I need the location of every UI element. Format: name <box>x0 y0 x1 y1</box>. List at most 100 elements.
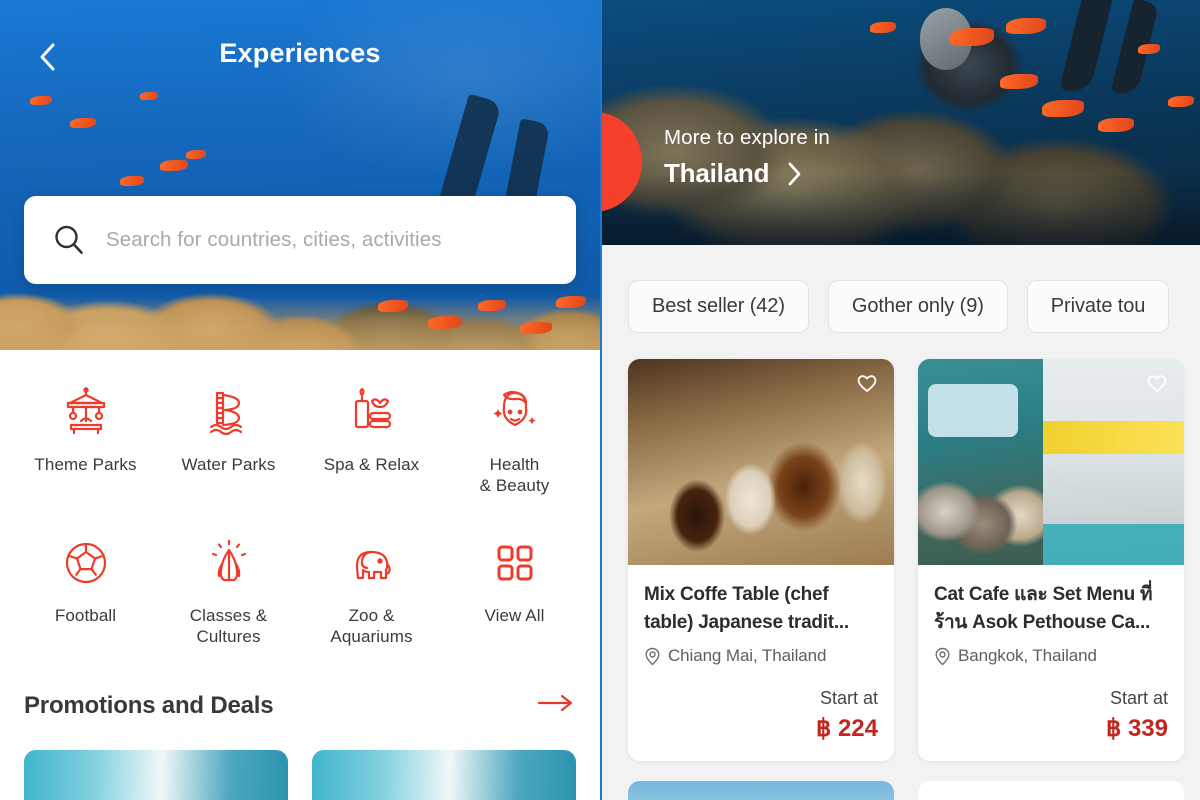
experience-location-text: Bangkok, Thailand <box>958 646 1097 666</box>
promotion-card[interactable] <box>312 750 576 800</box>
category-theme-parks[interactable]: Theme Parks <box>14 382 157 497</box>
experience-location: Chiang Mai, Thailand <box>644 646 878 666</box>
elephant-icon <box>347 533 397 593</box>
experience-title: Cat Cafe และ Set Menu ที่ร้าน Asok Petho… <box>934 584 1153 634</box>
price-value: ฿ 339 <box>1106 715 1168 743</box>
category-label: Theme Parks <box>34 455 137 474</box>
experience-card[interactable]: Mix Coffe Table (chef table) Japanese tr… <box>628 359 894 762</box>
football-icon <box>61 533 111 593</box>
promotion-card-list <box>0 720 600 800</box>
waterslide-icon <box>204 382 254 442</box>
category-label: Health & Beauty <box>479 455 550 496</box>
category-label: Water Parks <box>181 455 276 474</box>
fish-decor <box>1138 44 1160 54</box>
banner-country-row: Thailand <box>664 158 830 189</box>
promotion-card[interactable] <box>24 750 288 800</box>
favorite-button[interactable] <box>856 373 878 398</box>
category-water-parks[interactable]: Water Parks <box>157 382 300 497</box>
hero-banner: Experiences Search for countries, cities… <box>0 0 600 350</box>
category-grid: Theme Parks Water Parks Spa & Relax Heal… <box>0 350 600 647</box>
experience-location-text: Chiang Mai, Thailand <box>668 646 827 666</box>
search-input[interactable]: Search for countries, cities, activities <box>106 228 442 252</box>
fish-decor <box>1168 96 1194 107</box>
category-classes-cultures[interactable]: Classes & Cultures <box>157 533 300 648</box>
filter-chip-best-seller[interactable]: Best seller (42) <box>628 280 809 333</box>
banner-subtitle: More to explore in <box>664 126 830 149</box>
experience-title: Mix Coffe Table (chef table) Japanese tr… <box>644 584 849 634</box>
fish-decor <box>30 96 52 105</box>
map-pin-icon <box>645 647 660 666</box>
price-label: Start at <box>1109 688 1168 709</box>
arrow-right-icon <box>537 694 573 712</box>
experience-card-image <box>918 359 1184 565</box>
experience-card-list: Mix Coffe Table (chef table) Japanese tr… <box>602 333 1200 762</box>
experience-card[interactable] <box>628 781 894 800</box>
experience-card-body: Mix Coffe Table (chef table) Japanese tr… <box>628 565 894 761</box>
promotions-see-all-button[interactable] <box>536 691 576 720</box>
cat-cafe-interior-photo <box>918 359 1044 565</box>
fish-decor <box>520 322 552 334</box>
country-listing-panel: More to explore in Thailand Best seller … <box>600 0 1200 800</box>
experience-card[interactable]: Cat Cafe และ Set Menu ที่ร้าน Asok Petho… <box>918 359 1184 762</box>
search-icon <box>55 225 83 254</box>
category-label: View All <box>484 605 545 625</box>
banner-country-name: Thailand <box>664 158 770 188</box>
price-value: ฿ 224 <box>816 715 878 743</box>
experiences-panel: Experiences Search for countries, cities… <box>0 0 600 800</box>
fish-decor <box>950 28 994 46</box>
fish-decor <box>70 118 96 128</box>
price-label: Start at <box>819 688 878 709</box>
fish-decor <box>556 296 586 308</box>
fish-decor <box>870 22 896 33</box>
experience-card-body: Cat Cafe และ Set Menu ที่ร้าน Asok Petho… <box>918 565 1184 761</box>
fish-decor <box>378 300 408 312</box>
candle-towel-icon <box>347 382 397 442</box>
app-screen: Experiences Search for countries, cities… <box>0 0 1200 800</box>
category-zoo-aquariums[interactable]: Zoo & Aquariums <box>300 533 443 648</box>
experience-card-image <box>628 359 894 565</box>
category-health-beauty[interactable]: Health & Beauty <box>443 382 586 497</box>
category-label: Football <box>54 605 117 625</box>
fish-decor <box>1000 74 1038 89</box>
fish-decor <box>186 150 206 159</box>
face-beauty-icon <box>490 382 540 442</box>
category-label: Spa & Relax <box>323 455 420 474</box>
promotions-header: Promotions and Deals <box>0 647 600 720</box>
section-title: Promotions and Deals <box>24 691 274 719</box>
filter-chip-gother-only[interactable]: Gother only (9) <box>827 280 1008 333</box>
favorite-button[interactable] <box>1146 373 1168 398</box>
wai-hands-icon <box>204 533 254 593</box>
fish-decor <box>1006 18 1046 34</box>
filter-chip-private-tour[interactable]: Private tou <box>1026 280 1170 333</box>
banner-text-block: More to explore in Thailand <box>664 126 830 189</box>
page-title: Experiences <box>219 38 381 68</box>
filter-chip-row: Best seller (42) Gother only (9) Private… <box>602 245 1200 333</box>
fish-decor <box>478 300 506 311</box>
category-label: Zoo & Aquariums <box>330 605 413 646</box>
category-football[interactable]: Football <box>14 533 157 648</box>
storefront-base-decor <box>1043 523 1184 565</box>
map-pin-icon <box>935 647 950 666</box>
chevron-right-icon <box>788 162 801 185</box>
fish-decor <box>428 316 462 329</box>
explore-banner[interactable]: More to explore in Thailand <box>602 0 1200 245</box>
fish-decor <box>140 92 158 100</box>
fish-decor <box>1042 100 1084 117</box>
experience-location: Bangkok, Thailand <box>934 646 1168 666</box>
coral-reef-foreground <box>0 296 600 350</box>
fish-decor <box>160 160 188 171</box>
heart-outline-icon <box>857 375 877 392</box>
experience-card[interactable] <box>918 781 1184 800</box>
category-row: Football Classes & Cultures Zoo & Aquari… <box>14 533 586 648</box>
cat-cafe-signage-decor <box>1043 420 1184 454</box>
cat-cafe-sign-decor <box>928 383 1018 438</box>
search-bar[interactable]: Search for countries, cities, activities <box>24 196 576 284</box>
carousel-icon <box>61 382 111 442</box>
heart-outline-icon <box>1147 375 1167 392</box>
grid-icon <box>491 533 539 593</box>
category-view-all[interactable]: View All <box>443 533 586 648</box>
experience-card-list-next <box>602 761 1200 800</box>
category-row: Theme Parks Water Parks Spa & Relax Heal… <box>14 382 586 497</box>
category-spa-relax[interactable]: Spa & Relax <box>300 382 443 497</box>
fish-decor <box>120 176 144 186</box>
